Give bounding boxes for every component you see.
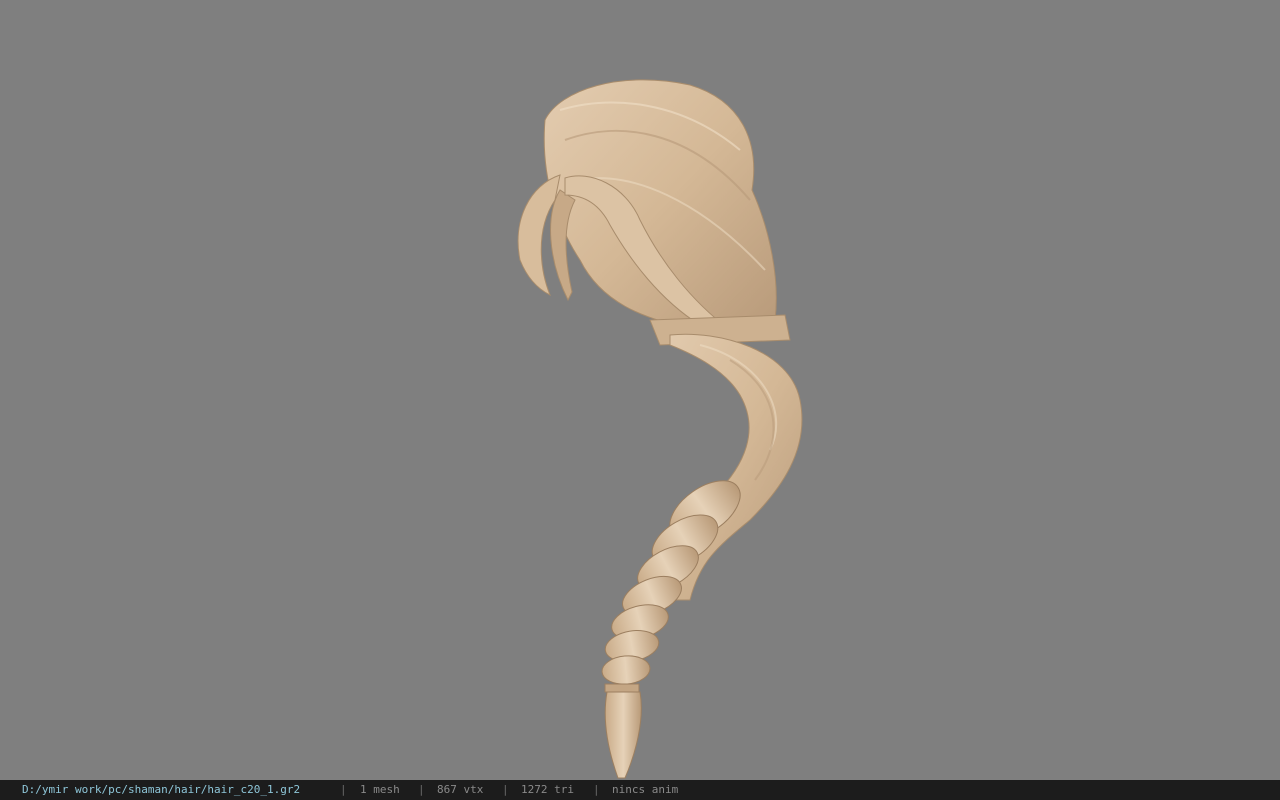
- hair-model-render: [517, 79, 803, 779]
- animation-status: nincs anim: [612, 783, 679, 796]
- file-path: D:/ymir work/pc/shaman/hair/hair_c20_1.g…: [22, 783, 301, 796]
- 3d-viewport[interactable]: [0, 0, 1280, 780]
- triangle-count: 1272 tri: [521, 783, 574, 796]
- separator: |: [502, 783, 509, 796]
- vertex-count: 867 vtx: [437, 783, 484, 796]
- status-bar: D:/ymir work/pc/shaman/hair/hair_c20_1.g…: [0, 780, 1280, 800]
- mesh-count: 1 mesh: [360, 783, 400, 796]
- separator: |: [340, 783, 347, 796]
- separator: |: [418, 783, 425, 796]
- braid: [601, 480, 741, 685]
- separator: |: [593, 783, 600, 796]
